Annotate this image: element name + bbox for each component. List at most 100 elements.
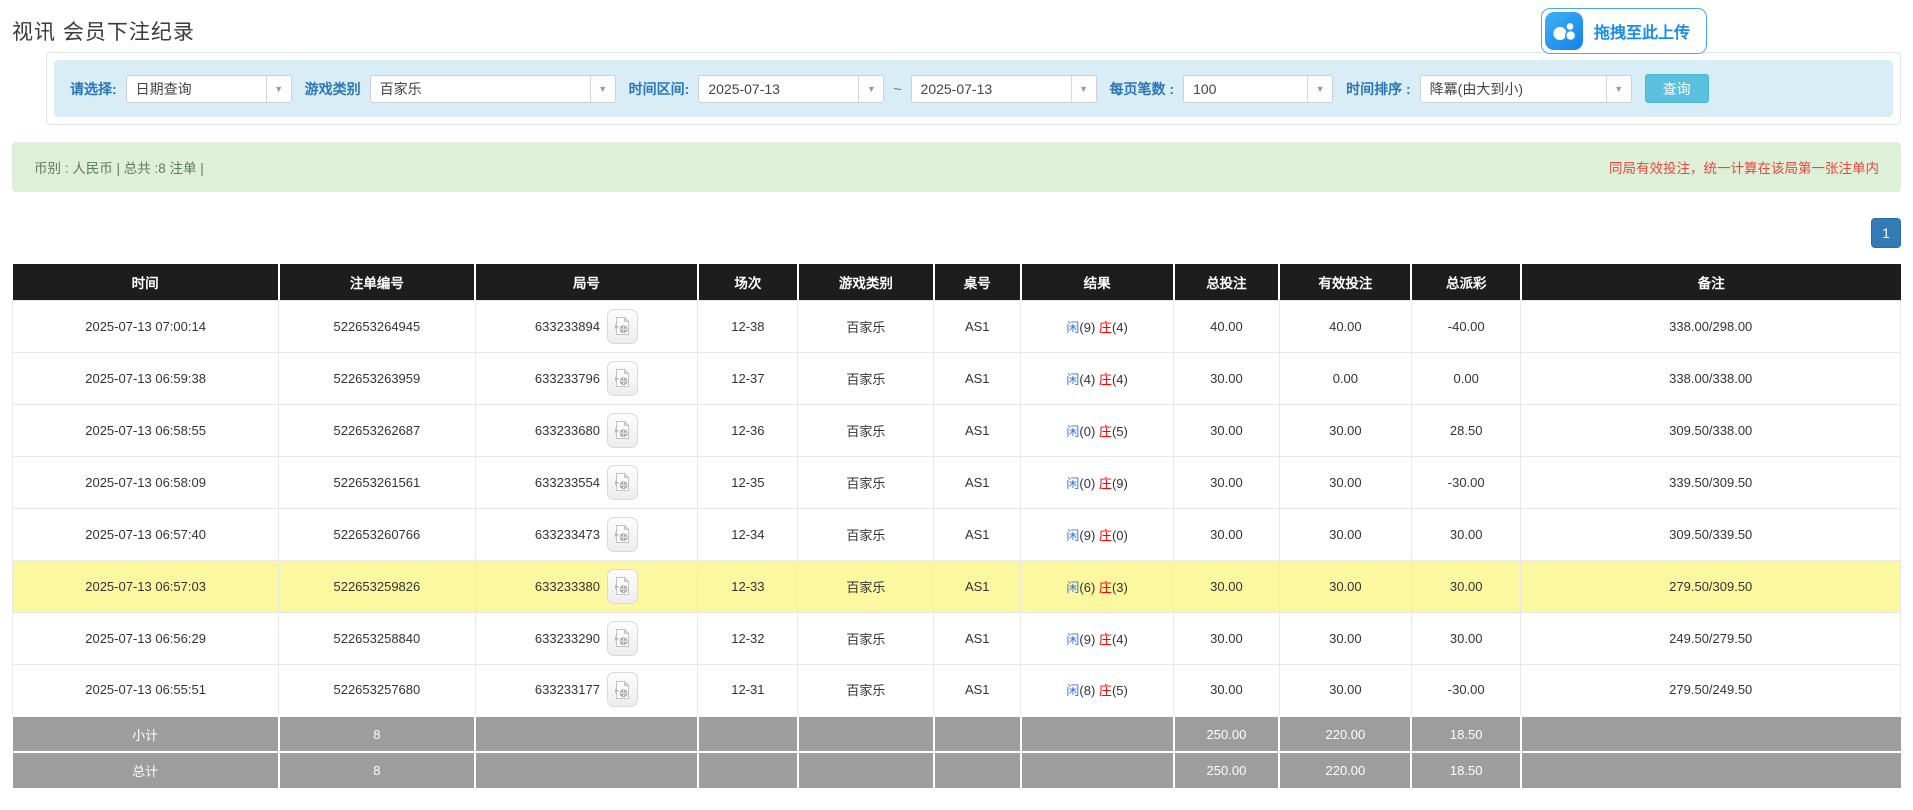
time-cell: 2025-07-13 06:58:55 [13,404,279,456]
banker-result: 庄 [1099,424,1112,439]
video-replay-button[interactable] [607,621,638,656]
query-type-select[interactable]: 日期查询 ▼ [126,75,292,103]
total-bet-cell[interactable]: 30.00 [1174,456,1280,508]
column-header-3: 场次 [698,264,798,300]
video-file-icon [614,316,630,336]
column-header-8: 有效投注 [1279,264,1411,300]
banker-result: 庄 [1099,320,1112,335]
column-header-5: 桌号 [934,264,1021,300]
page-title: 视讯 会员下注纪录 [12,16,195,46]
table-row[interactable]: 2025-07-13 06:58:09 522653261561 6332335… [13,456,1901,508]
sort-order-label: 时间排序 : [1346,79,1411,99]
total-bet-cell[interactable]: 30.00 [1174,560,1280,612]
column-header-0: 时间 [13,264,279,300]
player-result: 闲 [1066,683,1079,698]
currency-total-text: 币别 : 人民币 | 总共 :8 注单 | [34,157,204,177]
video-replay-button[interactable] [607,569,638,604]
chevron-down-icon: ▼ [266,76,291,102]
total-bet-cell[interactable]: 30.00 [1174,352,1280,404]
game-type-select[interactable]: 百家乐 ▼ [370,75,616,103]
table-row[interactable]: 2025-07-13 06:55:51 522653257680 6332331… [13,664,1901,716]
bet-id-cell: 522653263959 [279,352,475,404]
round-cell: 633233290 [475,612,698,664]
date-to-picker[interactable]: 2025-07-13 ▼ [911,75,1097,103]
player-result: 闲 [1066,476,1079,491]
video-replay-button[interactable] [607,517,638,552]
video-replay-button[interactable] [607,309,638,344]
total-bet-cell[interactable]: 30.00 [1174,664,1280,716]
time-cell: 2025-07-13 07:00:14 [13,300,279,352]
subtotal-row: 小计 8 250.00 220.00 18.50 [13,716,1901,752]
video-file-icon [614,680,630,700]
banker-result: 庄 [1099,476,1112,491]
round-number: 633233177 [535,682,600,697]
total-bet-cell[interactable]: 30.00 [1174,612,1280,664]
round-number: 633233290 [535,631,600,646]
table-row[interactable]: 2025-07-13 06:58:55 522653262687 6332336… [13,404,1901,456]
game-type-cell: 百家乐 [798,300,934,352]
session-cell: 12-37 [698,352,798,404]
sort-order-select[interactable]: 降冪(由大到小) ▼ [1420,75,1632,103]
total-bet-cell[interactable]: 40.00 [1174,300,1280,352]
note-cell: 279.50/309.50 [1521,560,1901,612]
footer-count-cell: 8 [279,752,475,788]
game-type-cell: 百家乐 [798,664,934,716]
video-file-icon [614,576,630,596]
valid-bet-cell: 30.00 [1279,404,1411,456]
chevron-down-icon: ▼ [858,76,883,102]
page: 视讯 会员下注纪录 拖拽至此上传 请选择: 日期查询 ▼ 游戏类别 百家乐 ▼ [0,0,1913,788]
valid-bet-cell: 30.00 [1279,508,1411,560]
page-size-select[interactable]: 100 ▼ [1183,75,1333,103]
date-from-picker[interactable]: 2025-07-13 ▼ [698,75,884,103]
banker-result: 庄 [1099,580,1112,595]
note-cell: 279.50/249.50 [1521,664,1901,716]
table-row[interactable]: 2025-07-13 06:57:03 522653259826 6332333… [13,560,1901,612]
filter-panel: 请选择: 日期查询 ▼ 游戏类别 百家乐 ▼ 时间区间: 2025-07-13 … [46,52,1901,125]
result-cell: 闲(9) 庄(4) [1021,300,1174,352]
result-cell: 闲(8) 庄(5) [1021,664,1174,716]
time-cell: 2025-07-13 06:57:40 [13,508,279,560]
column-header-9: 总派彩 [1411,264,1521,300]
game-type-cell: 百家乐 [798,456,934,508]
total-bet-cell[interactable]: 30.00 [1174,508,1280,560]
bet-id-cell: 522653262687 [279,404,475,456]
video-file-icon [614,524,630,544]
footer-payout-cell: 18.50 [1411,716,1521,752]
round-cell: 633233894 [475,300,698,352]
footer-payout-cell: 18.50 [1411,752,1521,788]
valid-bet-cell: 30.00 [1279,664,1411,716]
video-file-icon [614,472,630,492]
valid-bet-cell: 0.00 [1279,352,1411,404]
game-type-cell: 百家乐 [798,352,934,404]
table-row[interactable]: 2025-07-13 07:00:14 522653264945 6332338… [13,300,1901,352]
payout-cell: 28.50 [1411,404,1521,456]
table-row[interactable]: 2025-07-13 06:56:29 522653258840 6332332… [13,612,1901,664]
search-button[interactable]: 查询 [1645,74,1709,103]
total-bet-cell[interactable]: 30.00 [1174,404,1280,456]
valid-bet-cell: 30.00 [1279,456,1411,508]
video-replay-button[interactable] [607,672,638,707]
bet-id-cell: 522653259826 [279,560,475,612]
round-cell: 633233554 [475,456,698,508]
footer-valid-bet-cell: 220.00 [1279,716,1411,752]
payout-cell: -30.00 [1411,456,1521,508]
banker-result: 庄 [1099,683,1112,698]
payout-cell: 30.00 [1411,560,1521,612]
bet-id-cell: 522653261561 [279,456,475,508]
video-replay-button[interactable] [607,413,638,448]
time-range-label: 时间区间: [629,79,690,99]
column-header-7: 总投注 [1174,264,1280,300]
page-number-button[interactable]: 1 [1871,218,1901,248]
video-replay-button[interactable] [607,465,638,500]
upload-dropzone-button[interactable]: 拖拽至此上传 [1541,8,1707,54]
banker-result: 庄 [1099,528,1112,543]
banker-result: 庄 [1099,632,1112,647]
time-cell: 2025-07-13 06:59:38 [13,352,279,404]
table-row[interactable]: 2025-07-13 06:59:38 522653263959 6332337… [13,352,1901,404]
footer-total-bet-cell: 250.00 [1174,716,1280,752]
bet-id-cell: 522653264945 [279,300,475,352]
video-replay-button[interactable] [607,361,638,396]
records-table: 时间注单编号局号场次游戏类别桌号结果总投注有效投注总派彩备注 2025-07-1… [12,264,1901,788]
table-row[interactable]: 2025-07-13 06:57:40 522653260766 6332334… [13,508,1901,560]
chevron-down-icon: ▼ [1307,76,1332,102]
